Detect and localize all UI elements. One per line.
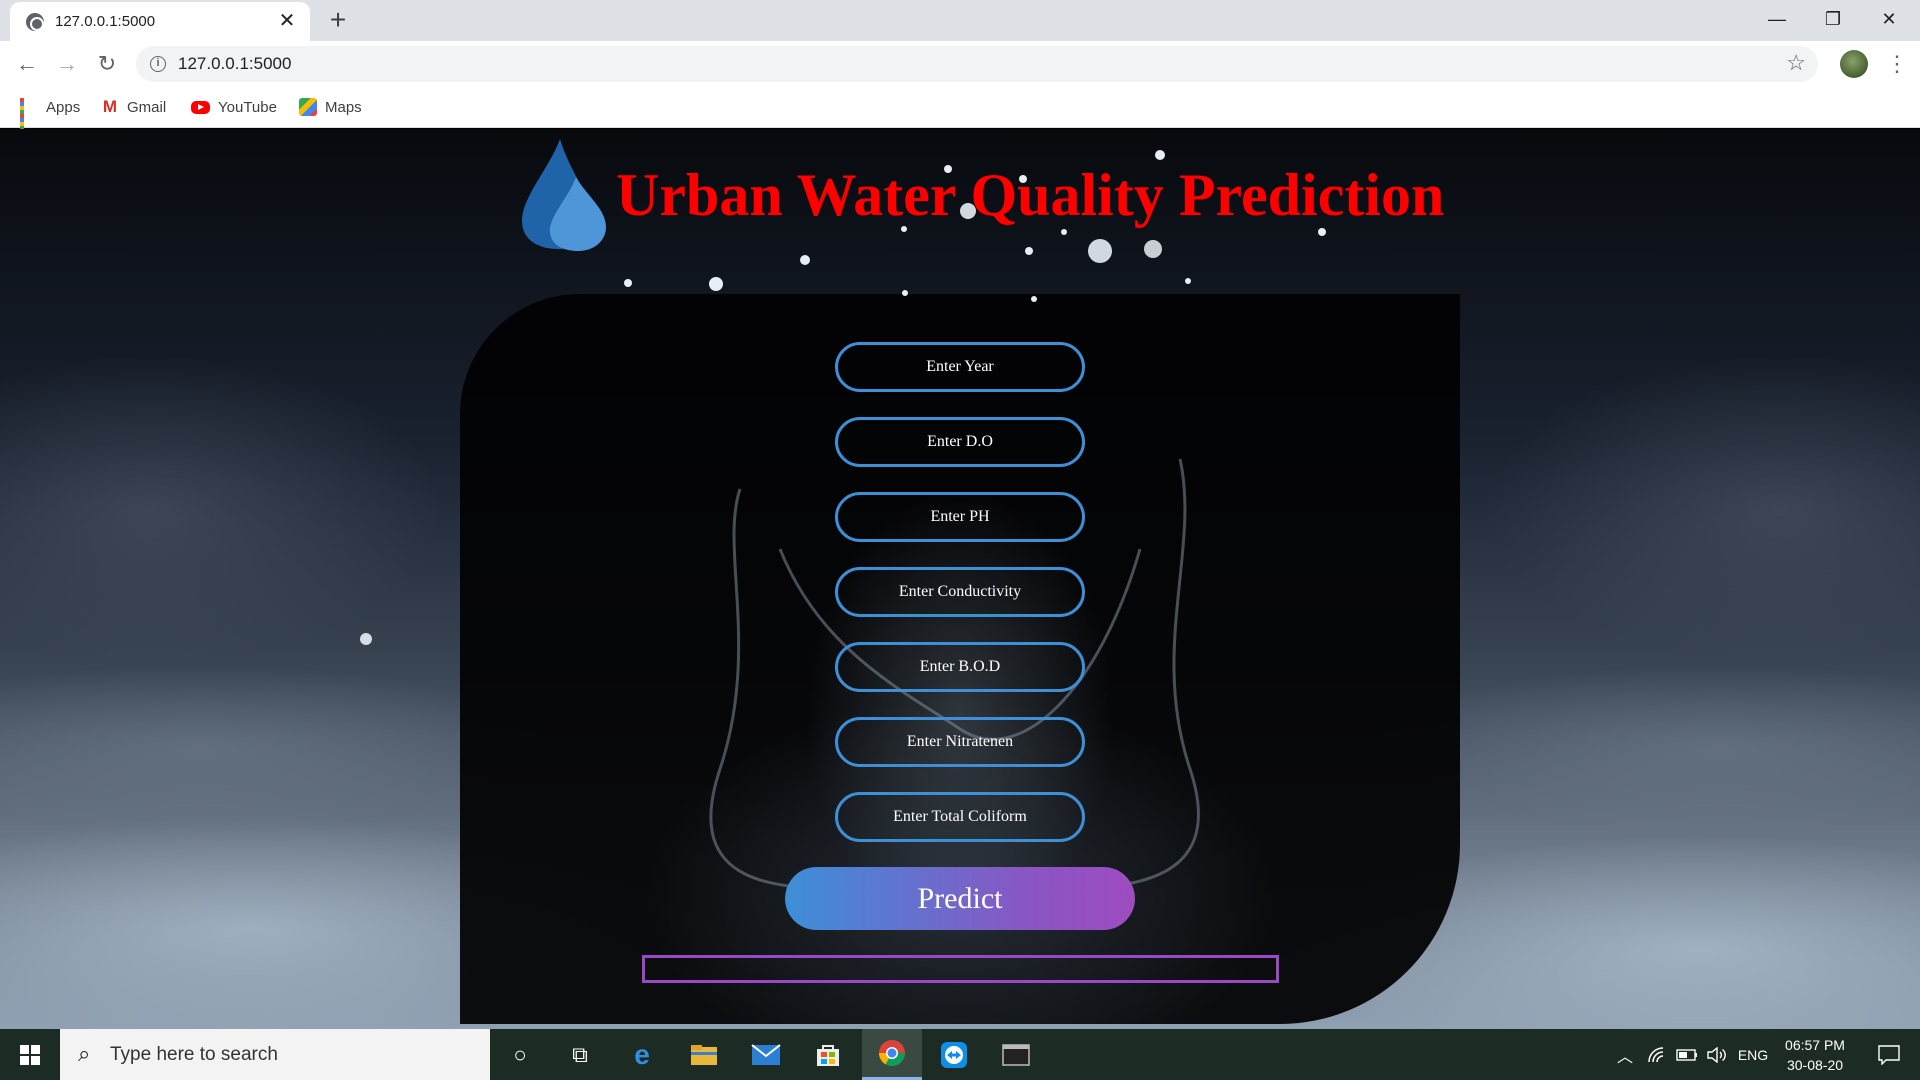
start-button[interactable]	[0, 1029, 60, 1080]
nitratenen-input[interactable]	[835, 717, 1085, 767]
back-arrow-icon[interactable]: ←	[12, 49, 42, 79]
profile-avatar[interactable]	[1840, 50, 1868, 78]
page-viewport: Urban Water Quality Prediction Predict	[0, 129, 1920, 1029]
bookmark-label: YouTube	[218, 98, 277, 116]
tab-strip: 127.0.0.1:5000 ✕ + — ❐ ✕	[0, 0, 1920, 41]
chrome-taskbar-icon[interactable]	[862, 1029, 922, 1080]
bookmark-gmail[interactable]: M Gmail	[101, 95, 166, 119]
do-input[interactable]	[835, 417, 1085, 467]
page-header: Urban Water Quality Prediction	[520, 135, 1444, 255]
wifi-icon[interactable]	[1644, 1029, 1670, 1080]
windows-logo-icon	[20, 1044, 40, 1065]
taskbar-search-placeholder: Type here to search	[110, 1044, 278, 1065]
battery-icon[interactable]	[1674, 1029, 1700, 1080]
bookmarks-bar: Apps M Gmail YouTube Maps	[0, 87, 1920, 134]
page-title: Urban Water Quality Prediction	[616, 161, 1445, 228]
taskbar-clock[interactable]: 06:57 PM 30-08-20	[1775, 1035, 1855, 1075]
prediction-result-box	[642, 955, 1279, 983]
bod-input[interactable]	[835, 642, 1085, 692]
forward-arrow-icon[interactable]: →	[52, 49, 82, 79]
bookmark-maps[interactable]: Maps	[299, 95, 362, 119]
bookmark-label: Gmail	[127, 98, 167, 116]
clock-date: 30-08-20	[1786, 1057, 1844, 1073]
windows-taskbar: ⌕ Type here to search ○ ⧉ e ︿ ENG 06:57 …	[0, 1029, 1920, 1080]
maps-icon	[299, 98, 317, 116]
conductivity-input[interactable]	[835, 567, 1085, 617]
address-bar[interactable]: i 127.0.0.1:5000 ☆	[136, 46, 1818, 82]
bookmark-apps[interactable]: Apps	[20, 95, 81, 134]
apps-grid-icon	[20, 98, 38, 134]
mail-icon[interactable]	[736, 1029, 796, 1080]
tab-title: 127.0.0.1:5000	[55, 13, 156, 30]
bookmark-label: Apps	[46, 98, 81, 116]
youtube-icon	[191, 100, 210, 114]
site-info-icon[interactable]: i	[150, 56, 166, 72]
cortana-icon[interactable]: ○	[490, 1029, 550, 1080]
predict-button[interactable]: Predict	[785, 867, 1135, 930]
store-icon[interactable]	[798, 1029, 858, 1080]
taskbar-search[interactable]: ⌕ Type here to search	[60, 1029, 490, 1080]
teamviewer-icon[interactable]	[924, 1029, 984, 1080]
gmail-icon: M	[102, 97, 118, 116]
bookmark-youtube[interactable]: YouTube	[191, 95, 277, 119]
show-hidden-icons-chevron-icon[interactable]: ︿	[1612, 1029, 1638, 1080]
browser-toolbar: ← → ↻ i 127.0.0.1:5000 ☆ ⋮	[0, 41, 1920, 87]
new-tab-button[interactable]: +	[323, 6, 353, 36]
volume-icon[interactable]	[1704, 1029, 1730, 1080]
tab-close-icon[interactable]: ✕	[274, 8, 300, 34]
prediction-form	[835, 342, 1085, 867]
close-window-button[interactable]: ✕	[1861, 0, 1917, 38]
search-icon: ⌕	[78, 1041, 91, 1066]
chrome-menu-icon[interactable]: ⋮	[1886, 49, 1908, 79]
address-url[interactable]: 127.0.0.1:5000	[178, 54, 291, 74]
ph-input[interactable]	[835, 492, 1085, 542]
input-language-indicator[interactable]: ENG	[1734, 1029, 1772, 1080]
total-coliform-input[interactable]	[835, 792, 1085, 842]
clock-time: 06:57 PM	[1785, 1037, 1845, 1053]
terminal-icon[interactable]	[986, 1029, 1046, 1080]
action-center-icon[interactable]	[1864, 1029, 1914, 1080]
minimize-button[interactable]: —	[1749, 0, 1805, 38]
bookmark-star-icon[interactable]: ☆	[1786, 50, 1806, 76]
bookmark-label: Maps	[325, 98, 362, 116]
task-view-icon[interactable]: ⧉	[550, 1029, 610, 1080]
browser-tab[interactable]: 127.0.0.1:5000 ✕	[10, 2, 310, 41]
file-explorer-icon[interactable]	[674, 1029, 734, 1080]
water-drop-logo-icon	[522, 139, 606, 251]
reload-icon[interactable]: ↻	[92, 49, 122, 79]
edge-icon[interactable]: e	[612, 1029, 672, 1080]
year-input[interactable]	[835, 342, 1085, 392]
restore-button[interactable]: ❐	[1805, 0, 1861, 38]
globe-icon	[26, 13, 44, 31]
